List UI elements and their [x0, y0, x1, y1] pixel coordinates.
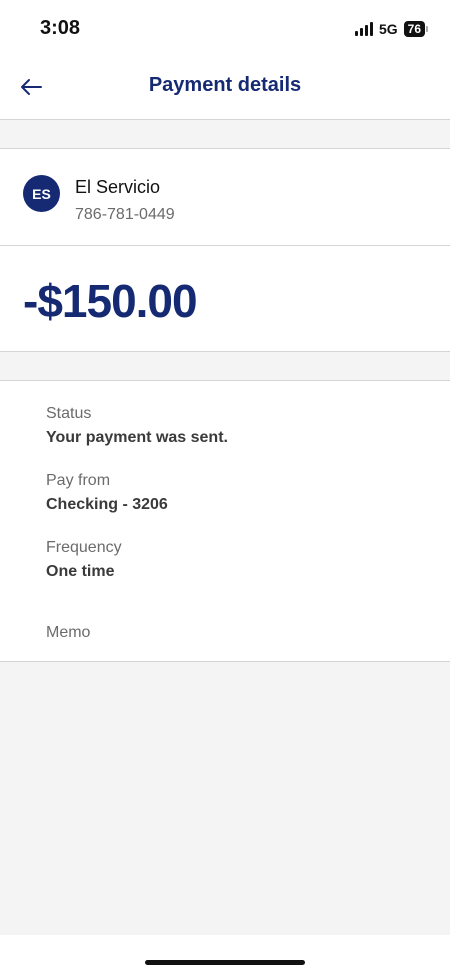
status-label: Status	[46, 405, 92, 422]
network-type: 5G	[378, 21, 398, 37]
battery-level: 76	[403, 21, 425, 37]
bottom-safe-area	[0, 935, 450, 975]
status-value: Your payment was sent.	[46, 429, 228, 446]
amount-card: -$150.00	[0, 246, 450, 352]
page-title: Payment details	[148, 74, 302, 96]
payee-phone: 786-781-0449	[75, 206, 175, 223]
pay-from-label: Pay from	[46, 472, 111, 489]
payee-card: ES El Servicio 786-781-0449	[0, 148, 450, 246]
top-bar: Payment details	[0, 58, 450, 120]
frequency-label: Frequency	[46, 539, 122, 556]
status-bar: 3:08 5G 76	[0, 0, 450, 58]
signal-icon	[354, 22, 373, 36]
pay-from-value: Checking - 3206	[46, 496, 168, 513]
battery-icon: 76	[403, 21, 428, 37]
payee-name: El Servicio	[75, 177, 161, 197]
avatar: ES	[23, 175, 60, 212]
frequency-value: One time	[46, 563, 115, 580]
payment-amount: -$150.00	[23, 275, 198, 327]
home-indicator[interactable]	[145, 960, 305, 965]
memo-label: Memo	[46, 624, 91, 641]
details-card: Status Your payment was sent. Pay from C…	[0, 380, 450, 662]
status-indicators: 5G 76	[354, 19, 428, 39]
status-time: 3:08	[40, 17, 81, 39]
